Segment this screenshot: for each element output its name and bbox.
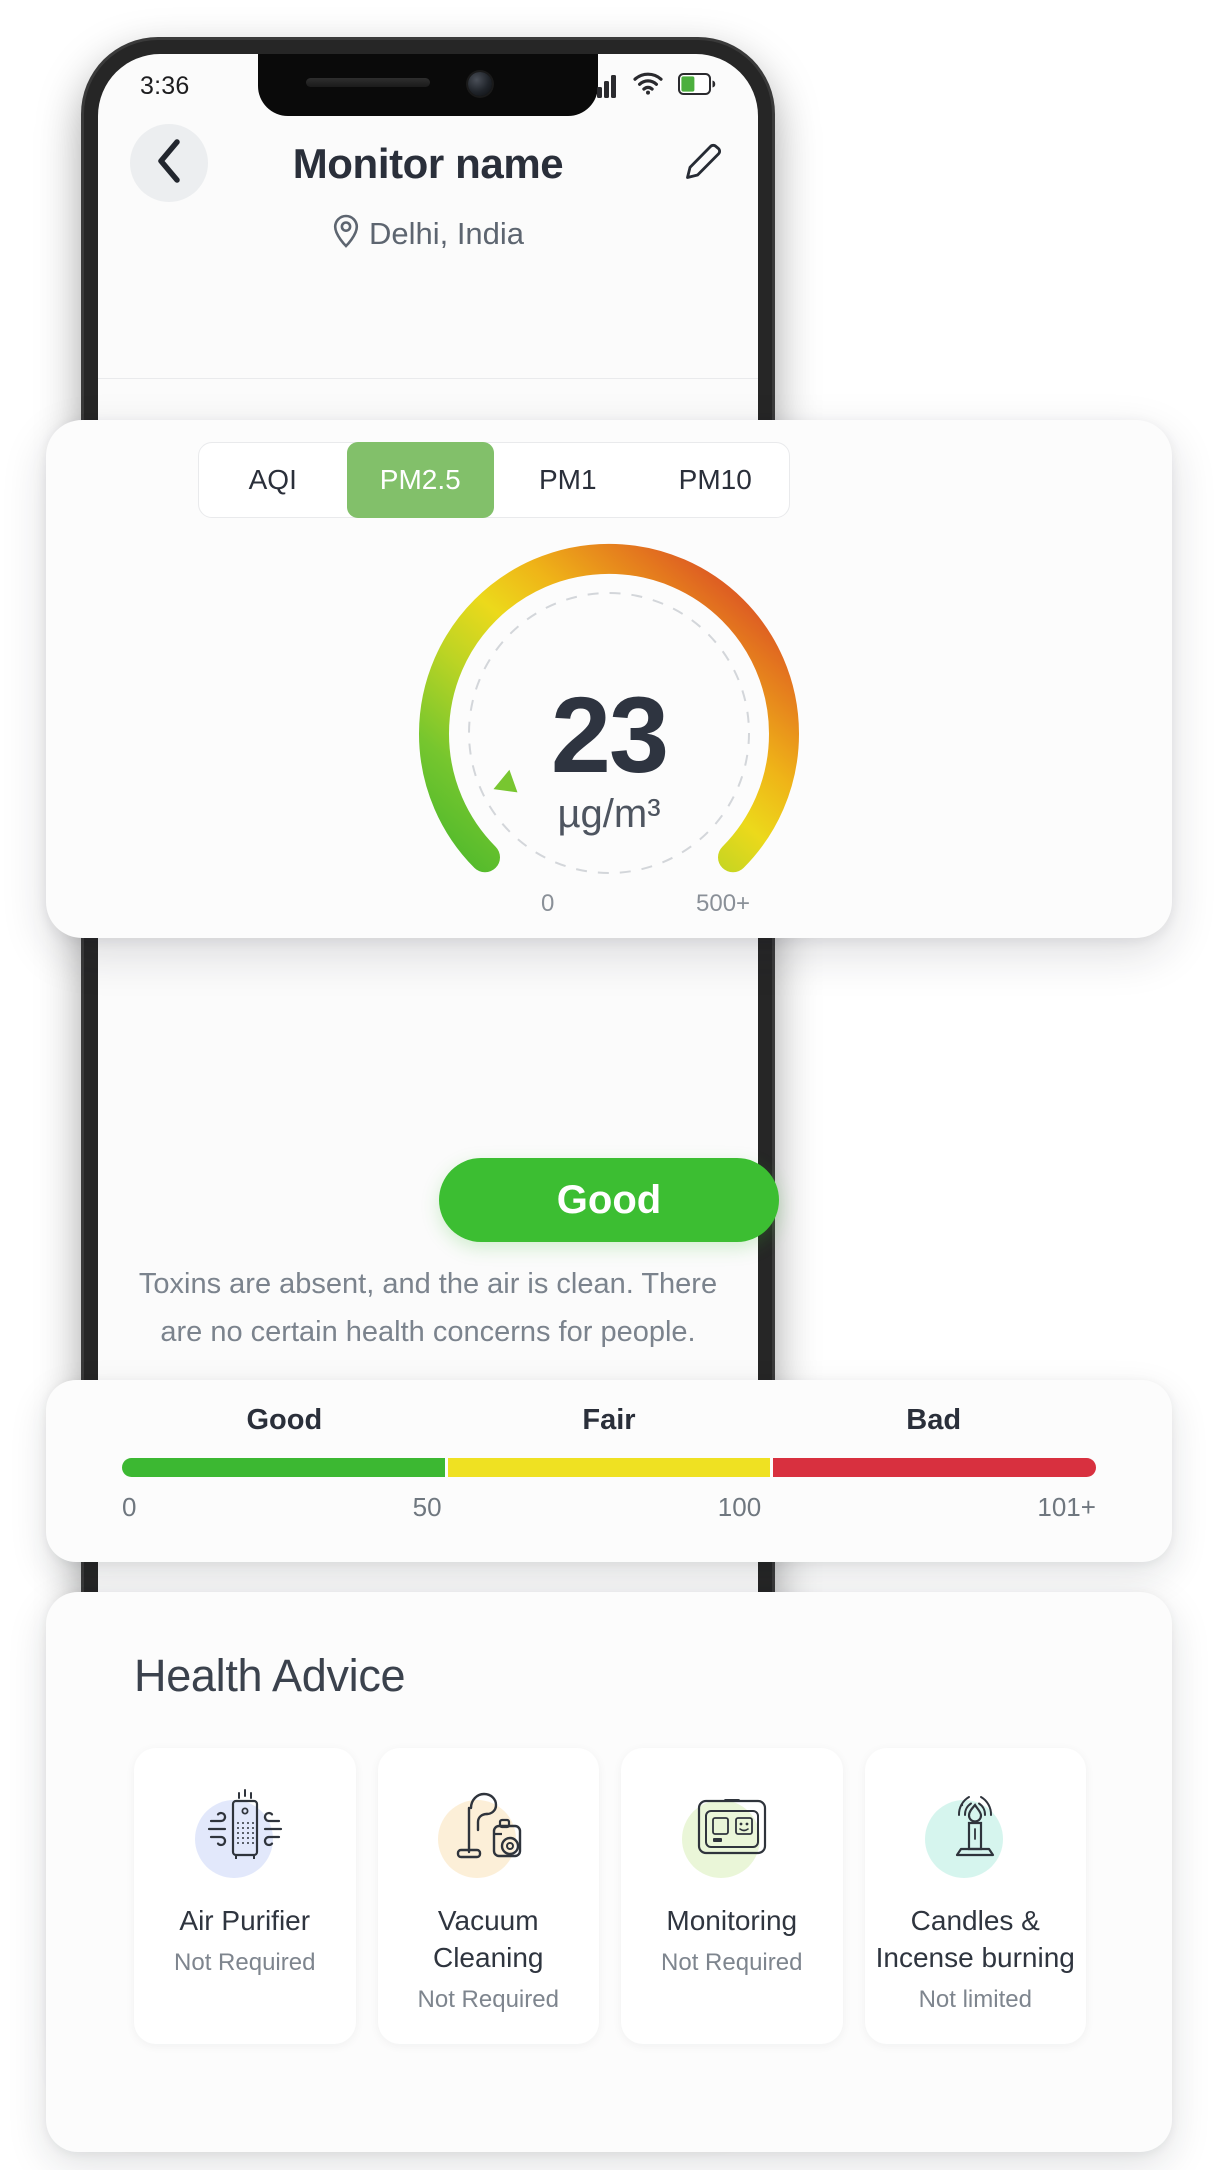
pollutant-tab-bar: AQI PM2.5 PM1 PM10 bbox=[198, 442, 790, 518]
map-pin-icon bbox=[332, 214, 360, 253]
header-divider bbox=[98, 378, 758, 379]
advice-icon-wrap bbox=[917, 1774, 1033, 1884]
gauge-max-label: 500+ bbox=[696, 890, 751, 917]
air-quality-description: Toxins are absent, and the air is clean.… bbox=[98, 1260, 758, 1356]
gauge-value: 23 bbox=[550, 674, 669, 795]
advice-label: Vacuum Cleaning bbox=[432, 1905, 544, 1973]
advice-status: Not Required bbox=[661, 1949, 803, 1976]
front-camera bbox=[468, 72, 492, 96]
air-monitor-icon bbox=[687, 1791, 777, 1868]
app-header: Monitor name Delhi, India bbox=[98, 118, 758, 253]
advice-icon-wrap bbox=[187, 1774, 303, 1884]
tab-pm25[interactable]: PM2.5 bbox=[346, 442, 494, 518]
earpiece-speaker bbox=[306, 78, 430, 87]
scale-labels: Good Fair Bad bbox=[122, 1404, 1096, 1444]
scale-tick-100: 100 bbox=[717, 1492, 762, 1522]
advice-icon-wrap bbox=[430, 1774, 546, 1884]
advice-label: Candles & Incense burning bbox=[875, 1905, 1075, 1973]
advice-status: Not limited bbox=[918, 1986, 1032, 2013]
advice-status: Not Required bbox=[174, 1949, 316, 1976]
scale-segment-good bbox=[122, 1458, 445, 1477]
gauge-wrap: 23 µg/m³ 0 500+ bbox=[46, 520, 1172, 940]
advice-status: Not Required bbox=[417, 1986, 559, 2013]
scale-card: Good Fair Bad 0 50 100 101+ bbox=[46, 1380, 1172, 1562]
tab-pm1[interactable]: PM1 bbox=[494, 442, 642, 518]
candle-icon bbox=[935, 1785, 1015, 1874]
air-purifier-icon bbox=[199, 1787, 291, 1872]
scale-tick-0: 0 bbox=[122, 1492, 137, 1522]
health-advice-grid: Air Purifier Not Required Vacuum Cleanin… bbox=[134, 1748, 1086, 2044]
edit-button[interactable] bbox=[680, 140, 724, 184]
vacuum-cleaner-icon bbox=[445, 1786, 531, 1873]
gauge-unit: µg/m³ bbox=[557, 792, 661, 836]
advice-label: Monitoring bbox=[666, 1905, 798, 1936]
advice-item-candles-incense[interactable]: Candles & Incense burning Not limited bbox=[864, 1748, 1086, 2044]
gauge-card: AQI PM2.5 PM1 PM10 23 µg/m³ 0 500+ bbox=[46, 420, 1172, 938]
scale-tick-101: 101+ bbox=[1037, 1492, 1096, 1522]
advice-item-vacuum-cleaning[interactable]: Vacuum Cleaning Not Required bbox=[377, 1748, 599, 2044]
advice-item-monitoring[interactable]: Monitoring Not Required bbox=[621, 1748, 843, 2044]
tab-pm10[interactable]: PM10 bbox=[642, 442, 790, 518]
scale-segment-fair bbox=[447, 1458, 771, 1477]
tab-aqi[interactable]: AQI bbox=[199, 442, 347, 518]
scale-tick-50: 50 bbox=[412, 1492, 442, 1522]
scale-bar bbox=[122, 1458, 1097, 1477]
description-line-2: are no certain health concerns for peopl… bbox=[160, 1316, 696, 1348]
scale-ticks: 0 50 100 101+ bbox=[122, 1492, 1096, 1532]
advice-item-air-purifier[interactable]: Air Purifier Not Required bbox=[134, 1748, 356, 2044]
health-advice-title: Health Advice bbox=[134, 1650, 406, 1701]
location-row: Delhi, India bbox=[98, 214, 758, 253]
advice-label: Air Purifier bbox=[179, 1905, 311, 1936]
header-row: Monitor name bbox=[98, 118, 758, 210]
scale-label-fair: Fair bbox=[582, 1404, 636, 1436]
gauge-min-label: 0 bbox=[541, 890, 555, 917]
scale-label-good: Good bbox=[246, 1404, 323, 1436]
location-text: Delhi, India bbox=[368, 215, 525, 251]
status-badge-good[interactable]: Good bbox=[439, 1158, 779, 1242]
scale-segment-bad bbox=[773, 1458, 1097, 1477]
back-button[interactable] bbox=[130, 124, 208, 202]
description-line-1: Toxins are absent, and the air is clean.… bbox=[138, 1268, 718, 1300]
health-advice-card: Health Advice Air Purifier Not Required … bbox=[46, 1592, 1172, 2152]
chevron-left-icon bbox=[154, 138, 184, 189]
scale-label-bad: Bad bbox=[906, 1404, 962, 1436]
advice-icon-wrap bbox=[674, 1774, 790, 1884]
pencil-icon bbox=[680, 143, 724, 188]
